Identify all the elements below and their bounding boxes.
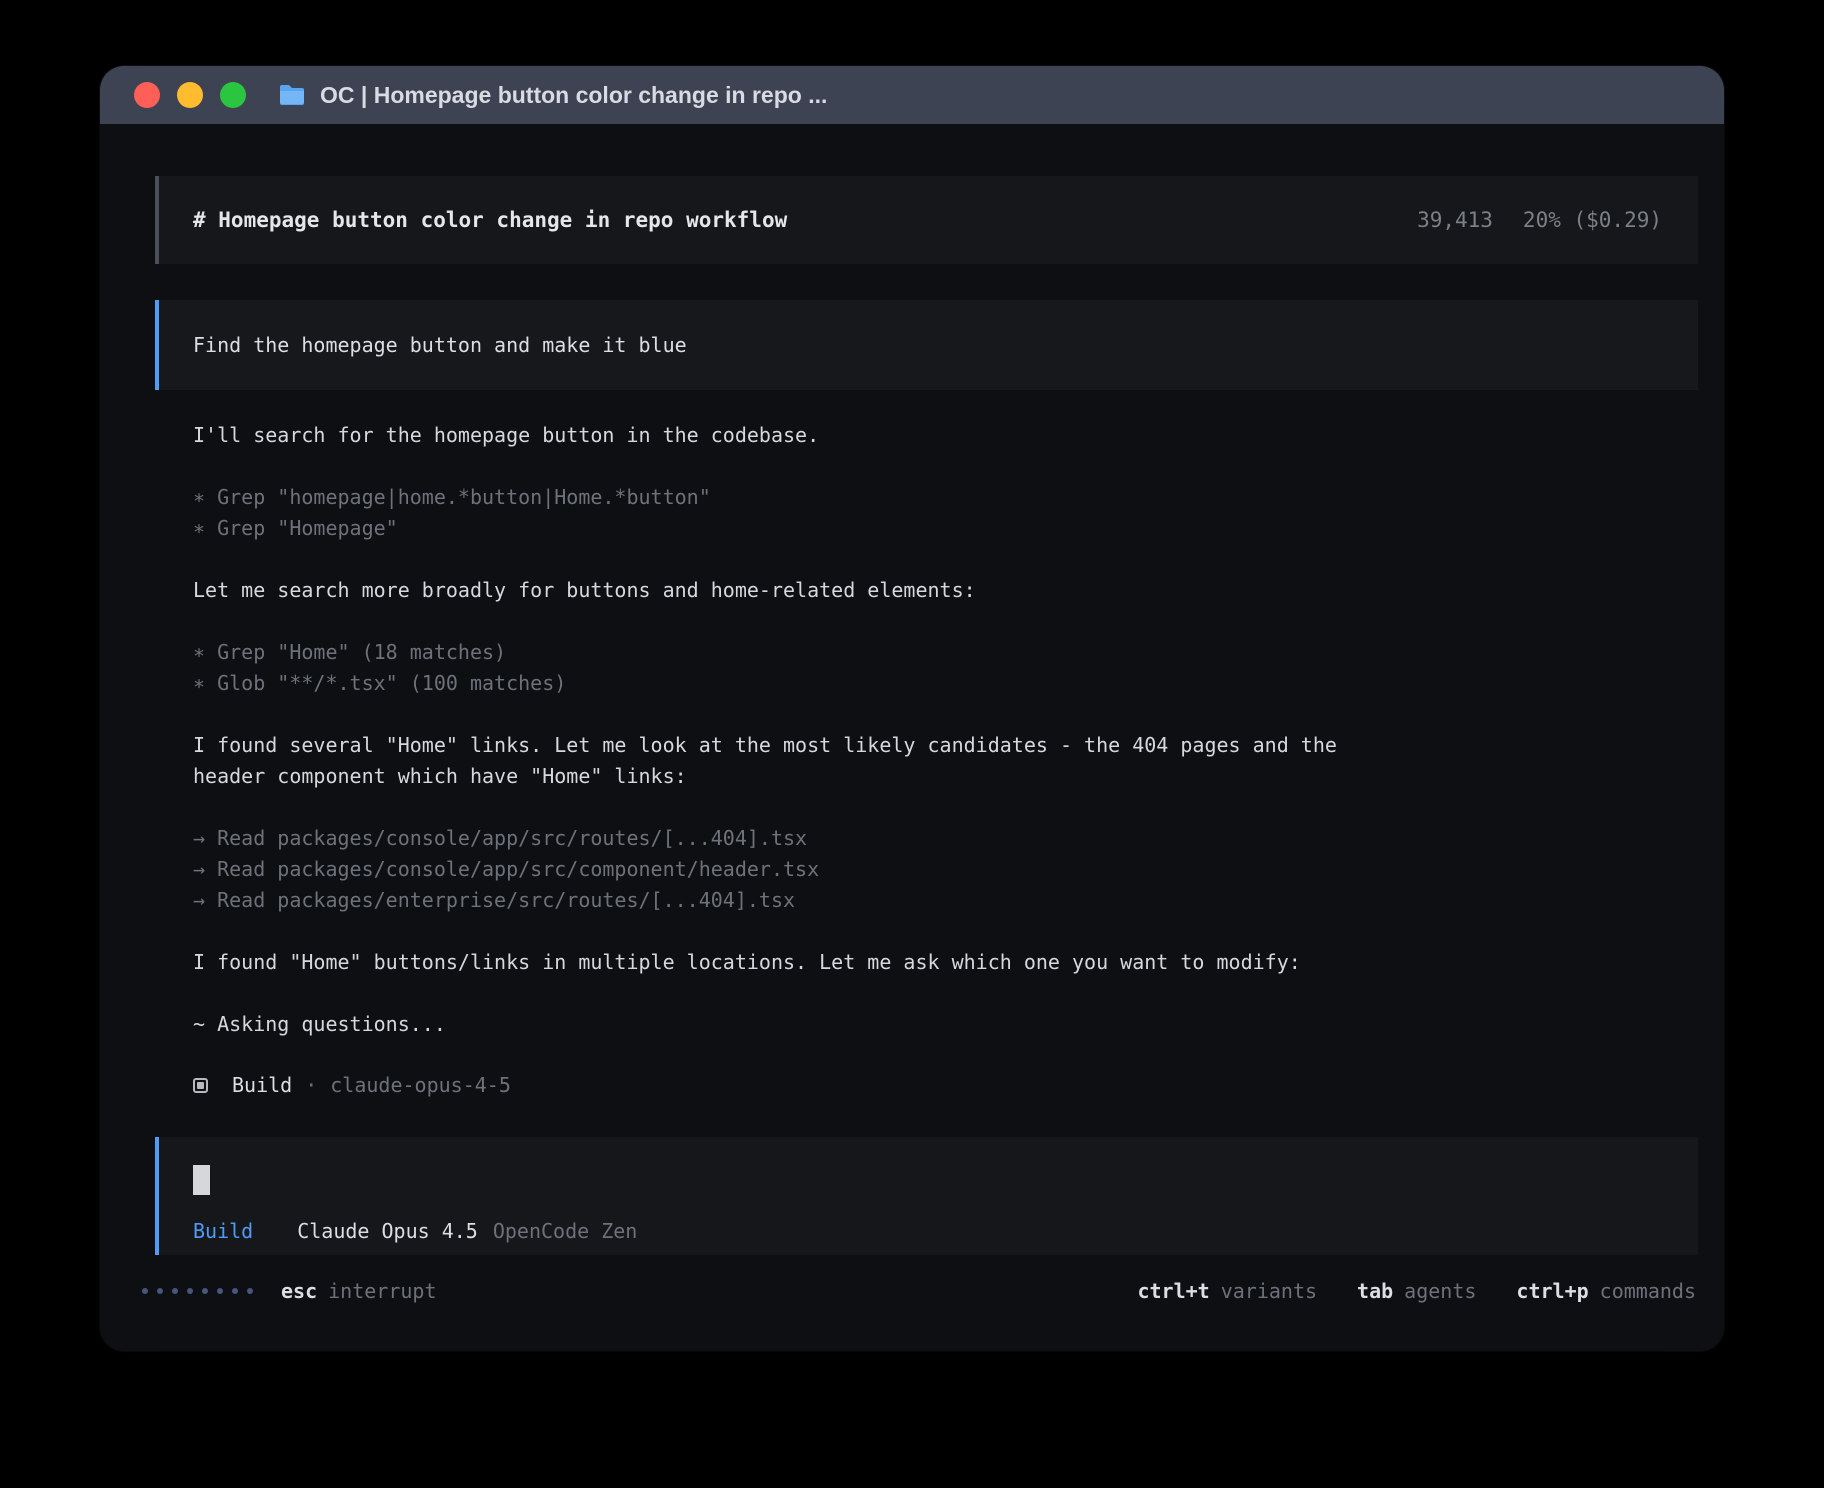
session-title: # Homepage button color change in repo w… [193,208,787,232]
transcript-line: → Read packages/console/app/src/componen… [193,854,1398,885]
window-titlebar: OC | Homepage button color change in rep… [100,66,1724,124]
transcript-line: → Read packages/console/app/src/routes/[… [193,823,1398,854]
transcript-line: → Read packages/enterprise/src/routes/[.… [193,885,1398,916]
transcript-line: I'll search for the homepage button in t… [193,420,1398,451]
shortcut-ctrl-p: ctrl+pcommands [1516,1279,1696,1303]
transcript-line: ~ Asking questions... [193,1009,1398,1040]
transcript-line: Let me search more broadly for buttons a… [193,575,1398,606]
provider-label: OpenCode Zen [493,1219,638,1243]
window-title: OC | Homepage button color change in rep… [320,82,827,109]
transcript-line: I found "Home" buttons/links in multiple… [193,947,1398,978]
esc-key: esc [281,1279,317,1303]
shortcut-ctrl-t: ctrl+tvariants [1137,1279,1317,1303]
spinner-dot [187,1288,193,1294]
input-mode-line: Build Claude Opus 4.5 OpenCode Zen [193,1219,1664,1243]
session-stats: 39,413 20% ($0.29) [1417,208,1662,232]
transcript-line [193,699,1398,730]
user-message-text: Find the homepage button and make it blu… [193,333,687,357]
close-button[interactable] [134,82,160,108]
status-left: esc interrupt [142,1279,437,1303]
spinner-dot [142,1288,148,1294]
model-label[interactable]: Claude Opus 4.5 [297,1219,478,1243]
agent-square-icon [193,1078,208,1093]
folder-icon [278,83,306,107]
status-bar: esc interrupt ctrl+tvariantstabagentsctr… [100,1255,1724,1351]
text-cursor [193,1165,210,1195]
traffic-lights [134,82,246,108]
agent-status: Build · claude-opus-4-5 [193,1070,1698,1101]
spinner-dot [217,1288,223,1294]
agent-name: Build [232,1070,292,1101]
spinner-dot [202,1288,208,1294]
transcript-line [193,451,1398,482]
transcript-line: ∗ Grep "Home" (18 matches) [193,637,1398,668]
transcript-line [193,606,1398,637]
token-count: 39,413 [1417,208,1493,232]
user-message: Find the homepage button and make it blu… [155,300,1698,390]
title-group: OC | Homepage button color change in rep… [278,82,827,109]
zoom-button[interactable] [220,82,246,108]
transcript-line [193,792,1398,823]
interrupt-label: interrupt [328,1279,436,1303]
terminal-window: OC | Homepage button color change in rep… [100,66,1724,1351]
spinner-dots [142,1288,253,1294]
spinner-dot [157,1288,163,1294]
agent-model: claude-opus-4-5 [330,1070,511,1101]
transcript-line [193,544,1398,575]
context-usage: 20% ($0.29) [1523,208,1662,232]
transcript-line: ∗ Glob "**/*.tsx" (100 matches) [193,668,1398,699]
session-header: # Homepage button color change in repo w… [155,176,1698,264]
transcript-line: I found several "Home" links. Let me loo… [193,730,1398,792]
prompt-input[interactable]: Build Claude Opus 4.5 OpenCode Zen [155,1137,1698,1255]
spinner-dot [232,1288,238,1294]
shortcut-tab: tabagents [1357,1279,1476,1303]
agent-separator: · [305,1070,317,1101]
mode-badge[interactable]: Build [193,1219,253,1243]
minimize-button[interactable] [177,82,203,108]
transcript-line [193,916,1398,947]
transcript-line: ∗ Grep "homepage|home.*button|Home.*butt… [193,482,1398,513]
assistant-transcript: I'll search for the homepage button in t… [193,420,1398,1040]
shortcut-hints: ctrl+tvariants tabagents ctrl+pcommands [1137,1279,1696,1303]
session-content: # Homepage button color change in repo w… [100,124,1724,1255]
transcript-line: ∗ Grep "Homepage" [193,513,1398,544]
spinner-dot [247,1288,253,1294]
transcript-line [193,978,1398,1009]
spinner-dot [172,1288,178,1294]
